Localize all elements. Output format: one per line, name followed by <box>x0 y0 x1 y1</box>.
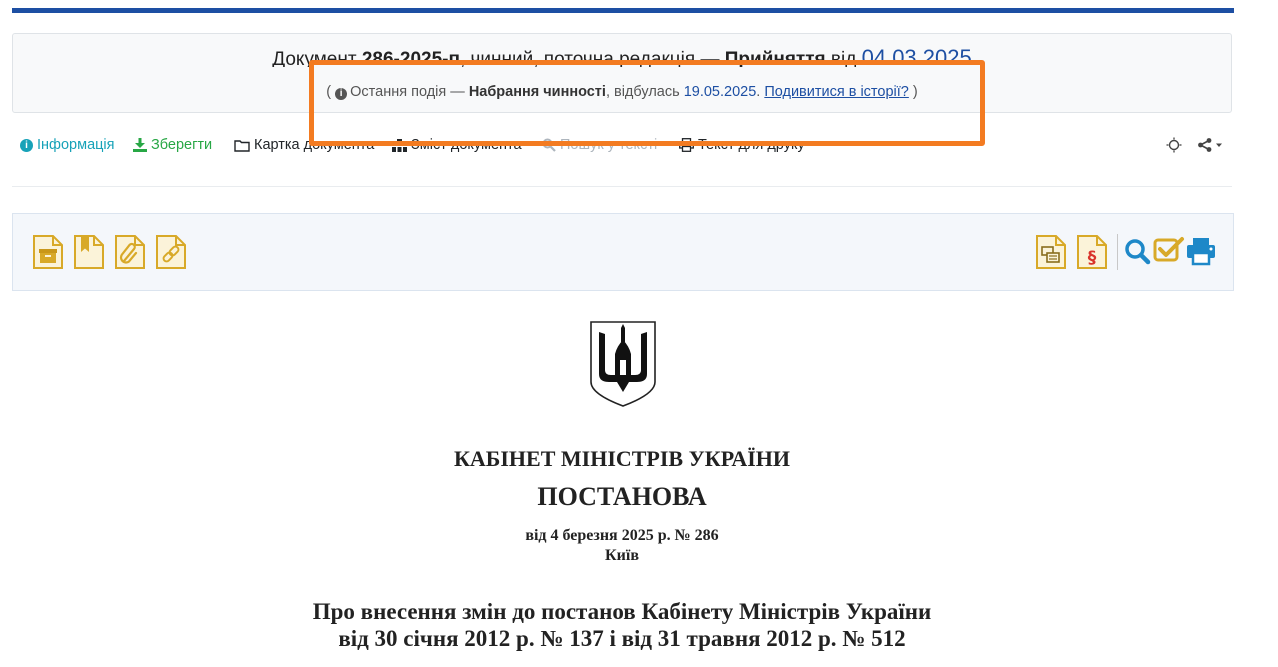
coat-of-arms-icon <box>590 321 656 407</box>
status-event: Прийняття <box>724 49 826 67</box>
top-accent-bar <box>12 8 1234 13</box>
sitemap-icon <box>392 138 407 152</box>
last-event-line: ( i Остання подія — Набрання чинності, ві… <box>326 84 918 100</box>
compare-doc-icon <box>1036 235 1066 269</box>
document-city: Київ <box>605 547 639 564</box>
search-icon <box>542 138 556 152</box>
link-doc-icon <box>156 235 186 269</box>
sun-icon <box>1166 137 1182 153</box>
checkbox-icon <box>1153 237 1184 262</box>
paperclip-doc-icon <box>115 235 145 269</box>
document-number[interactable]: 286-2025-п <box>361 49 460 67</box>
archive-doc-button[interactable] <box>31 234 65 270</box>
document-status-line: Документ 286-2025-п, чинний, поточна ред… <box>13 45 1231 67</box>
bookmark-doc-icon <box>74 235 104 269</box>
compare-versions-button[interactable] <box>1034 234 1068 270</box>
menu-print-button[interactable]: Текст для друку <box>679 137 805 153</box>
toolbar-search-button[interactable] <box>1121 234 1155 270</box>
document-title-line1: Про внесення змін до постанов Кабінету М… <box>312 599 932 624</box>
menu-divider <box>12 186 1232 187</box>
status-date: 04.03.2025 <box>861 45 972 67</box>
document-status-panel: Документ 286-2025-п, чинний, поточна ред… <box>12 33 1232 113</box>
attachment-doc-button[interactable] <box>113 234 147 270</box>
download-icon <box>133 138 147 152</box>
svg-text:§: § <box>1088 248 1097 268</box>
document-menu: i Інформація Зберегти Картка документа З… <box>20 134 1230 158</box>
menu-save-button[interactable]: Зберегти <box>133 137 212 153</box>
document-type: ПОСТАНОВА <box>537 482 707 511</box>
share-menu-button[interactable] <box>1197 137 1225 153</box>
last-event-date: 19.05.2025 <box>683 84 757 100</box>
menu-search-button[interactable]: Пошук у тексті <box>542 137 657 153</box>
archive-doc-icon <box>33 235 63 269</box>
history-link[interactable]: Подивитися в історії? <box>764 84 909 100</box>
toolbar-check-button[interactable] <box>1152 234 1186 270</box>
share-icon <box>1198 138 1222 152</box>
issuing-authority: КАБІНЕТ МІНІСТРІВ УКРАЇНИ <box>453 446 791 471</box>
magnifier-icon <box>1125 239 1151 265</box>
document-date-number: від 4 березня 2025 р. № 286 <box>525 527 719 544</box>
document-title-line2: від 30 січня 2012 р. № 137 і від 31 трав… <box>338 626 906 651</box>
toolbar-print-button[interactable] <box>1185 234 1219 270</box>
menu-contents-button[interactable]: Зміст документа <box>392 137 522 153</box>
last-event-name: Набрання чинності <box>468 84 606 100</box>
folder-icon <box>234 139 250 152</box>
link-doc-button[interactable] <box>154 234 188 270</box>
paragraph-section-icon: § <box>1077 235 1107 269</box>
info-circle-icon: i <box>20 138 33 152</box>
bookmark-doc-button[interactable] <box>72 234 106 270</box>
printer-icon <box>1187 238 1215 266</box>
toolbar-divider <box>1117 234 1118 270</box>
menu-info-button[interactable]: i Інформація <box>20 137 115 153</box>
section-doc-button[interactable]: § <box>1075 234 1109 270</box>
document-toolbar: § <box>12 213 1234 291</box>
menu-card-button[interactable]: Картка документа <box>234 137 374 153</box>
print-icon <box>679 138 694 152</box>
theme-toggle-button[interactable] <box>1166 137 1182 153</box>
info-icon: i <box>335 88 348 100</box>
